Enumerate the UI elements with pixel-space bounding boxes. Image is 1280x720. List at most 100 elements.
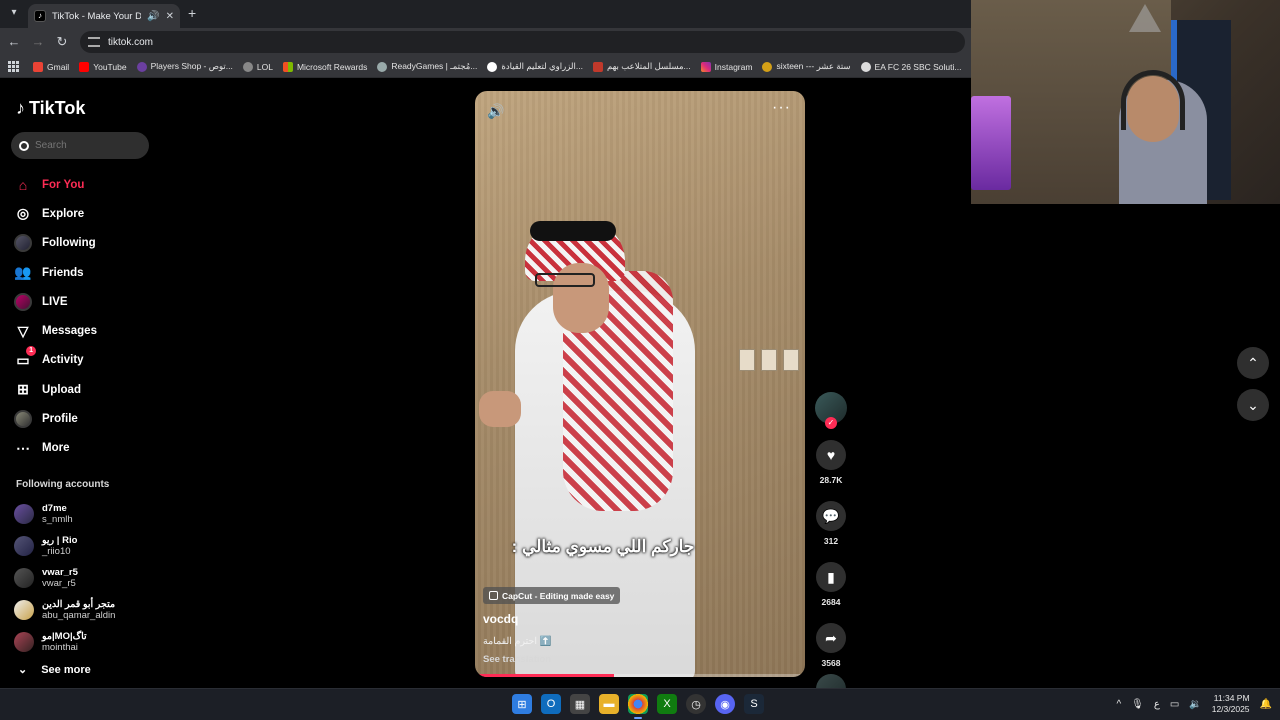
screen: ▾ ♪ TikTok - Make Your Day 🔊 ✕ + ← → ↻ t… — [0, 0, 1280, 720]
address-bar[interactable]: tiktok.com — [80, 31, 965, 53]
bookmark-lol[interactable]: LOL — [242, 61, 273, 72]
tab-search-icon[interactable]: ▾ — [6, 5, 22, 21]
speaker-icon[interactable]: 🔉 — [1189, 699, 1201, 710]
bookmark-ms-rewards[interactable]: Microsoft Rewards — [282, 61, 368, 72]
nav-profile[interactable]: Profile — [14, 404, 97, 433]
new-tab-icon[interactable]: + — [188, 5, 196, 21]
volume-icon[interactable]: 🔊 — [487, 103, 504, 120]
capcut-icon — [489, 591, 498, 600]
system-tray: ^ 🎙 ع ▭ 🔉 11:34 PM 12/3/2025 🔔 — [1116, 693, 1272, 715]
bookmark-label: LOL — [256, 61, 273, 72]
avatar — [14, 568, 34, 588]
comment-icon[interactable]: 💬 — [816, 501, 846, 531]
chevron-up-icon: ⌃ — [1247, 354, 1259, 371]
search-input[interactable] — [35, 140, 135, 151]
nav-messages[interactable]: ▽ Messages — [14, 316, 97, 345]
bookmark-gmail[interactable]: Gmail — [33, 61, 69, 72]
input-language[interactable]: ع — [1154, 699, 1160, 710]
tray-overflow-icon[interactable]: ^ — [1116, 699, 1121, 710]
chrome-icon[interactable] — [628, 694, 648, 719]
browser-tabbar: ▾ ♪ TikTok - Make Your Day 🔊 ✕ + — [0, 0, 971, 28]
account-item[interactable]: مو|MO|تاگ mointhai — [14, 626, 115, 658]
search-box[interactable] — [11, 132, 149, 159]
heart-icon[interactable]: ♥ — [816, 440, 846, 470]
creator-avatar[interactable]: ✓ — [815, 392, 847, 429]
share-action[interactable]: ➦ 3568 — [815, 623, 847, 668]
save-action[interactable]: ▮ 2684 — [815, 562, 847, 607]
bookmark-driving[interactable]: الزراوي لتعليم القيادة... — [487, 61, 583, 72]
file-explorer-icon[interactable]: ▬ — [599, 694, 619, 714]
gmail-icon — [33, 61, 43, 72]
steam-icon[interactable]: S — [744, 694, 764, 714]
nav-live[interactable]: LIVE — [14, 287, 97, 316]
previous-video-button[interactable]: ⌃ — [1237, 347, 1269, 379]
site-info-icon[interactable] — [88, 37, 100, 47]
back-icon[interactable]: ← — [6, 34, 22, 50]
players-shop-icon — [136, 61, 147, 72]
account-name: d7me — [42, 503, 67, 514]
activity-badge: 1 — [26, 346, 36, 357]
comment-action[interactable]: 💬 312 — [815, 501, 847, 546]
see-translation-link[interactable]: See translation — [483, 654, 551, 665]
bookmark-series[interactable]: مسلسل المتلاعب بهم... — [592, 61, 691, 72]
instagram-icon — [700, 61, 711, 72]
video-player[interactable]: 🔊 ··· جاركم اللي مسوي مثالي : CapCut - E… — [475, 91, 805, 677]
following-accounts-list: d7me s_nmlh ريو | Rio _riio10 vwar_r5 vwar_… — [14, 498, 115, 658]
video-progress-bar[interactable] — [475, 674, 805, 677]
bookmark-icon[interactable]: ▮ — [816, 562, 846, 592]
nav-upload[interactable]: ⊞ Upload — [14, 375, 97, 404]
store-icon[interactable]: ▦ — [570, 694, 590, 714]
video-description: احترم القمامة ⬆️ — [483, 636, 552, 647]
apps-grid-icon[interactable] — [8, 60, 19, 73]
account-item[interactable]: vwar_r5 vwar_r5 — [14, 562, 115, 594]
nav-more[interactable]: ⋯ More — [14, 434, 97, 463]
like-action[interactable]: ♥ 28.7K — [815, 440, 847, 485]
clock-app-icon[interactable]: ◷ — [686, 694, 706, 714]
network-icon[interactable]: ▭ — [1170, 699, 1179, 710]
clock[interactable]: 11:34 PM 12/3/2025 — [1212, 693, 1250, 715]
bookmark-youtube[interactable]: YouTube — [79, 61, 127, 72]
nav-activity[interactable]: ▭ 1 Activity — [14, 346, 97, 375]
outlook-icon[interactable]: O — [541, 694, 561, 714]
windows-start-icon[interactable]: ⊞ — [512, 694, 532, 714]
follow-check-icon[interactable]: ✓ — [825, 417, 837, 429]
bookmark-eafc[interactable]: EA FC 26 SBC Soluti... — [860, 61, 962, 72]
tiktok-logo[interactable]: ♪ TikTok — [16, 98, 85, 119]
xbox-icon[interactable]: X — [657, 694, 677, 714]
bookmark-label: Microsoft Rewards — [296, 61, 368, 72]
more-options-icon[interactable]: ··· — [772, 99, 791, 117]
next-video-button[interactable]: ⌄ — [1237, 389, 1269, 421]
tab-close-icon[interactable]: ✕ — [166, 11, 174, 22]
video-author[interactable]: vocdq — [483, 612, 518, 626]
save-count: 2684 — [821, 597, 841, 607]
account-item[interactable]: ريو | Rio _riio10 — [14, 530, 115, 562]
bookmark-label: الزراوي لتعليم القيادة... — [501, 61, 583, 71]
nav-following[interactable]: Following — [14, 229, 97, 258]
browser-tab[interactable]: ♪ TikTok - Make Your Day 🔊 ✕ — [28, 4, 180, 28]
search-icon — [19, 140, 29, 151]
capcut-chip[interactable]: CapCut - Editing made easy — [483, 587, 621, 604]
account-item[interactable]: متجر أبو قمر الدين abu_qamar_aldin — [14, 594, 115, 626]
bookmark-readygames[interactable]: ReadyGames | مُجتمـ... — [377, 61, 477, 72]
bookmark-players-shop[interactable]: Players Shop - توص... — [136, 61, 233, 72]
nav-friends[interactable]: 👥 Friends — [14, 258, 97, 287]
nav-for-you[interactable]: ⌂ For You — [14, 170, 97, 199]
nav-explore[interactable]: ◎ Explore — [14, 199, 97, 228]
series-icon — [592, 61, 603, 72]
forward-icon[interactable]: → — [30, 34, 46, 50]
notification-icon[interactable]: 🔔 — [1260, 699, 1272, 710]
sidebar: ♪ TikTok ⌂ For You ◎ Explore Following 👥 Fr… — [0, 88, 160, 688]
reload-icon[interactable]: ↻ — [54, 34, 70, 50]
tab-audio-icon[interactable]: 🔊 — [147, 11, 159, 22]
bookmark-sixteen[interactable]: sixteen --- ستة عشر — [762, 61, 851, 72]
nav-label: Messages — [42, 325, 97, 338]
see-more-button[interactable]: ⌄ See more — [18, 663, 91, 677]
account-item[interactable]: d7me s_nmlh — [14, 498, 115, 530]
microphone-icon[interactable]: 🎙 — [1131, 699, 1144, 710]
discord-icon[interactable]: ◉ — [715, 694, 735, 714]
webcam-pc-case — [971, 96, 1011, 190]
bookmark-label: EA FC 26 SBC Soluti... — [874, 61, 962, 72]
bookmark-instagram[interactable]: Instagram — [700, 61, 752, 72]
account-name: ريو | Rio — [42, 535, 78, 546]
share-icon[interactable]: ➦ — [816, 623, 846, 653]
